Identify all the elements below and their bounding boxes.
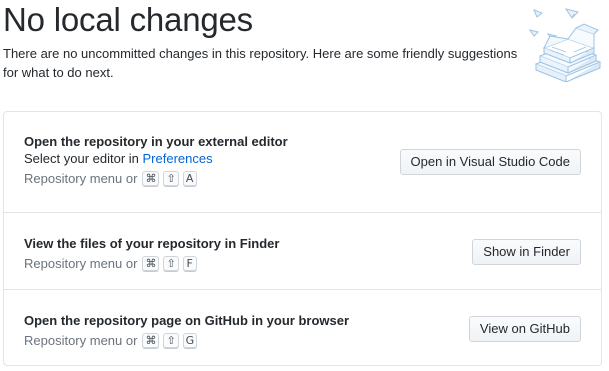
shortcut-hint: Repository menu or ⌘ ⇧ A [24, 170, 288, 188]
shortcut-hint: Repository menu or ⌘ ⇧ F [24, 255, 279, 273]
preferences-link[interactable]: Preferences [143, 151, 213, 166]
command-key-icon: ⌘ [142, 256, 160, 272]
key-g: G [182, 333, 198, 349]
suggestion-title: View the files of your repository in Fin… [24, 236, 280, 251]
repository-menu-text: Repository menu or [24, 256, 138, 271]
key-a: A [182, 171, 197, 187]
suggestion-show-in-finder: View the files of your repository in Fin… [4, 212, 601, 289]
show-in-finder-button[interactable]: Show in Finder [472, 239, 581, 265]
shift-key-icon: ⇧ [163, 171, 179, 187]
suggestion-subtitle: Select your editor in Preferences [24, 150, 288, 167]
suggestions-list: Open the repository in your external edi… [3, 111, 602, 366]
suggestion-text: Open the repository page on GitHub in yo… [24, 312, 349, 350]
command-key-icon: ⌘ [142, 171, 160, 187]
repository-menu-text: Repository menu or [24, 171, 138, 186]
subtitle-text: Select your editor in [24, 151, 143, 166]
key-f: F [182, 256, 197, 272]
suggestion-view-on-github: Open the repository page on GitHub in yo… [4, 289, 601, 366]
shortcut-hint: Repository menu or ⌘ ⇧ G [24, 332, 349, 350]
page-title: No local changes [3, 1, 253, 38]
suggestion-text: Open the repository in your external edi… [24, 133, 288, 188]
shift-key-icon: ⇧ [163, 333, 179, 349]
shift-key-icon: ⇧ [163, 256, 179, 272]
description-line-1: There are no uncommitted changes in this… [3, 46, 518, 61]
paper-stack-illustration [528, 8, 602, 82]
blank-slate-header: No local changes There are no uncommitte… [3, 0, 523, 82]
suggestion-title: Open the repository page on GitHub in yo… [24, 313, 350, 328]
view-on-github-button[interactable]: View on GitHub [468, 316, 581, 342]
command-key-icon: ⌘ [142, 333, 160, 349]
suggestion-title: Open the repository in your external edi… [24, 134, 288, 149]
page-description: There are no uncommitted changes in this… [3, 44, 523, 82]
open-in-editor-button[interactable]: Open in Visual Studio Code [399, 149, 581, 175]
suggestion-open-editor: Open the repository in your external edi… [4, 112, 601, 212]
repository-menu-text: Repository menu or [24, 333, 138, 348]
suggestion-text: View the files of your repository in Fin… [24, 235, 279, 273]
description-line-2: for what to do next. [3, 65, 114, 80]
